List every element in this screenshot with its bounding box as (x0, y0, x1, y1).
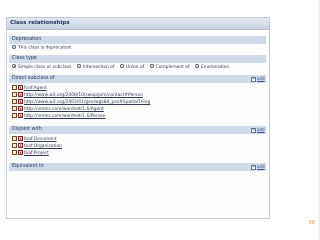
direct-subclass-add-button[interactable]: +add (251, 76, 265, 82)
class-type-option-enumeration[interactable]: Enumeration (194, 64, 229, 70)
class-type-option-simple[interactable]: Simple class or subclass (12, 64, 71, 70)
equivalent-add-button[interactable]: +add (251, 164, 265, 170)
deprecated-radio[interactable] (12, 45, 16, 49)
radio-intersection[interactable] (76, 64, 81, 68)
subclass-item: x http://xmlns.com/wordnet/1.6/Person (12, 113, 106, 120)
delete-icon[interactable]: x (18, 136, 23, 141)
class-type-options: Simple class or subclass Intersection of… (12, 64, 233, 71)
edit-icon[interactable] (12, 92, 17, 97)
disjoint-header: Disjoint with (9, 126, 266, 134)
edit-icon[interactable] (12, 113, 17, 118)
delete-icon[interactable]: x (18, 150, 23, 155)
subclass-link[interactable]: http://xmlns.com/wordnet/1.6/Person (24, 114, 106, 119)
disjoint-item: x foaf:Project (12, 150, 49, 157)
subclass-link[interactable]: http://xmlns.com/wordnet/1.6/Agent (24, 107, 104, 112)
delete-icon[interactable]: x (18, 106, 23, 111)
edit-icon[interactable] (12, 85, 17, 90)
add-icon: + (251, 164, 256, 170)
disjoint-item: x foaf:Organization (12, 143, 62, 150)
equivalent-header: Equivalent to (9, 163, 266, 171)
class-relationships-panel: Class relationships Deprecation This cla… (6, 17, 270, 219)
panel-title: Class relationships (7, 18, 269, 30)
disjoint-link[interactable]: foaf:Document (24, 137, 57, 142)
deprecation-header: Deprecation (9, 36, 266, 44)
subclass-item: x http://www.w3.org/2003/01/geo/wgs84_pos… (12, 99, 150, 106)
disjoint-item: x foaf:Document (12, 136, 57, 143)
edit-icon[interactable] (12, 150, 17, 155)
radio-union[interactable] (119, 64, 124, 68)
deprecated-checkbox-row[interactable]: This class is deprecated. (12, 45, 72, 52)
delete-icon[interactable]: x (18, 92, 23, 97)
class-type-option-union[interactable]: Union of (119, 64, 144, 70)
subclass-item: x http://xmlns.com/wordnet/1.6/Agent (12, 106, 104, 113)
class-type-header: Class type (9, 55, 266, 63)
subclass-link[interactable]: http://www.w3.org/2003/01/geo/wgs84_pos#… (24, 100, 150, 105)
edit-icon[interactable] (12, 143, 17, 148)
class-type-option-complement[interactable]: Complement of (149, 64, 189, 70)
direct-subclass-header: Direct subclass of (9, 75, 266, 83)
delete-icon[interactable]: x (18, 99, 23, 104)
radio-complement[interactable] (149, 64, 154, 68)
page-number: 58 (308, 220, 315, 226)
radio-simple[interactable] (12, 64, 16, 68)
delete-icon[interactable]: x (18, 85, 23, 90)
edit-icon[interactable] (12, 99, 17, 104)
disjoint-add-button[interactable]: +add (251, 127, 265, 133)
class-type-option-intersection[interactable]: Intersection of (76, 64, 114, 70)
subclass-item: x foaf:Agent (12, 85, 47, 92)
delete-icon[interactable]: x (18, 113, 23, 118)
subclass-link[interactable]: foaf:Agent (24, 86, 47, 91)
add-icon: + (251, 76, 256, 82)
add-icon: + (251, 127, 256, 133)
deprecated-label: This class is deprecated. (18, 45, 72, 51)
disjoint-link[interactable]: foaf:Project (24, 151, 49, 156)
radio-enumeration[interactable] (194, 64, 199, 68)
edit-icon[interactable] (12, 136, 17, 141)
subclass-link[interactable]: http://www.w3.org/2000/10/swap/pim/conta… (24, 93, 143, 98)
subclass-item: x http://www.w3.org/2000/10/swap/pim/cont… (12, 92, 143, 99)
disjoint-link[interactable]: foaf:Organization (24, 144, 62, 149)
edit-icon[interactable] (12, 106, 17, 111)
delete-icon[interactable]: x (18, 143, 23, 148)
